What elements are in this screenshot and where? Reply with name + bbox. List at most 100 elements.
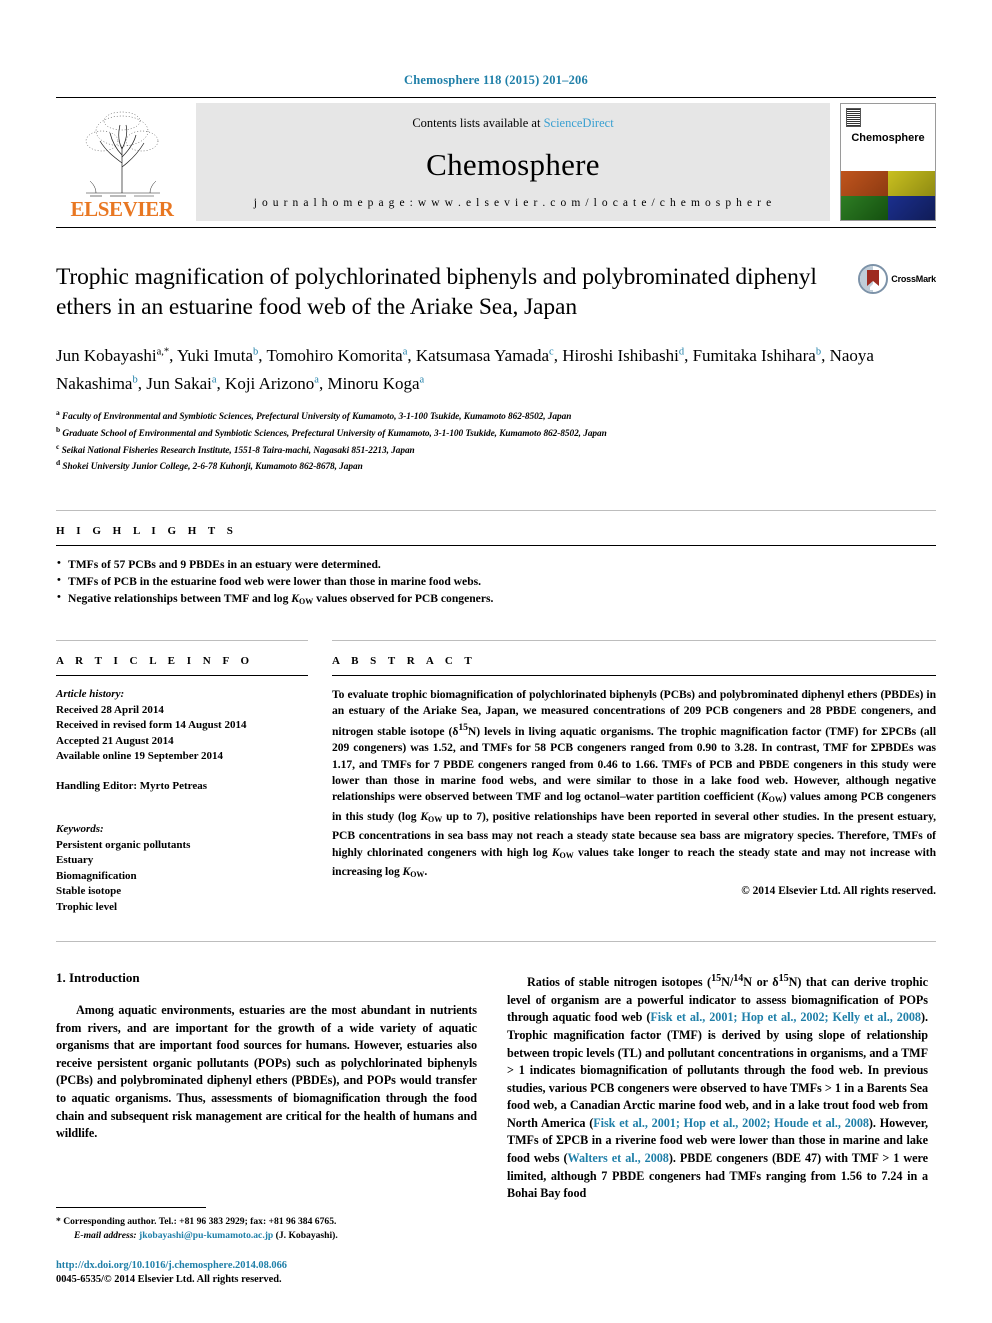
crossmark-badge[interactable]: CrossMark	[858, 264, 936, 294]
history-item: Received 28 April 2014	[56, 703, 164, 716]
highlights-list: TMFs of 57 PCBs and 9 PBDEs in an estuar…	[56, 555, 936, 610]
journal-homepage[interactable]: j o u r n a l h o m e p a g e : w w w . …	[254, 197, 773, 209]
abstract-mid-rule	[332, 675, 936, 677]
author-item: Yuki Imutab,	[177, 345, 263, 365]
kow-subscript: OW	[559, 850, 574, 860]
introduction-heading: 1. Introduction	[56, 970, 140, 986]
corresponding-text: Corresponding author. Tel.: +81 96 383 2…	[63, 1216, 337, 1228]
doi-link[interactable]: http://dx.doi.org/10.1016/j.chemosphere.…	[56, 1259, 477, 1273]
banner-top-rule	[56, 97, 936, 98]
banner-bottom-rule	[56, 227, 936, 228]
author-item: Minoru Kogaa	[327, 374, 425, 394]
history-item: Accepted 21 August 2014	[56, 734, 174, 747]
cover-photo-2	[888, 171, 935, 196]
author-item: Jun Kobayashia,*,	[56, 345, 174, 365]
kow-subscript: OW	[410, 869, 425, 879]
right-part-1: Ratios of stable nitrogen isotopes (	[527, 975, 712, 990]
affiliation-item: b Graduate School of Environmental and S…	[56, 425, 607, 440]
history-item: Available online 19 September 2014	[56, 750, 224, 763]
abstract-text: To evaluate trophic biomagnification of …	[332, 687, 936, 883]
info-mid-rule	[56, 675, 308, 677]
corresponding-marker: *	[56, 1216, 61, 1228]
article-title: Trophic magnification of polychlorinated…	[56, 264, 817, 320]
author-item: Koji Arizonoa,	[225, 374, 324, 394]
footnote-block: * Corresponding author. Tel.: +81 96 383…	[56, 1207, 477, 1287]
banner-center: Contents lists available at ScienceDirec…	[196, 103, 830, 221]
contents-prefix: Contents lists available at	[412, 116, 544, 130]
affiliation-list: a Faculty of Environmental and Symbiotic…	[56, 407, 936, 474]
abstract-copyright: © 2014 Elsevier Ltd. All rights reserved…	[741, 885, 936, 898]
cover-top: Chemosphere	[841, 104, 935, 172]
author-item: Fumitaka Ishiharab,	[692, 345, 826, 365]
keyword-item: Trophic level	[56, 900, 118, 913]
highlights-heading: H I G H L I G H T S	[56, 525, 238, 538]
info-abstract-row: A R T I C L E I N F O Article history: R…	[56, 640, 936, 915]
highlight-item: TMFs of 57 PCBs and 9 PBDEs in an estuar…	[56, 555, 936, 573]
citation-link[interactable]: Fisk et al., 2001; Hop et al., 2002; Kel…	[650, 1010, 921, 1024]
affiliation-text: Graduate School of Environmental and Sym…	[62, 429, 607, 440]
kow-symbol: K	[420, 809, 429, 823]
title-area: Trophic magnification of polychlorinated…	[56, 262, 936, 474]
email-label: E-mail address:	[74, 1229, 137, 1241]
left-column: 1. Introduction Among aquatic environmen…	[56, 970, 477, 1203]
elsevier-logo: ELSEVIER	[56, 103, 188, 221]
article-info-column: A R T I C L E I N F O Article history: R…	[56, 640, 308, 915]
issn-copyright: 0045-6535/© 2014 Elsevier Ltd. All right…	[56, 1274, 282, 1285]
journal-cover-thumbnail: Chemosphere	[840, 103, 936, 221]
cover-photo-1	[841, 171, 888, 196]
paper-page: Chemosphere 118 (2015) 201–206 ELSEVIER …	[0, 0, 992, 1323]
sciencedirect-link[interactable]: ScienceDirect	[544, 116, 614, 130]
keyword-item: Persistent organic pollutants	[56, 838, 191, 851]
affiliation-text: Seikai National Fisheries Research Insti…	[61, 445, 415, 456]
abstract-column: A B S T R A C T To evaluate trophic biom…	[332, 640, 936, 915]
info-top-rule	[56, 640, 308, 642]
right-part-3: N or δ	[743, 975, 779, 990]
body-columns: 1. Introduction Among aquatic environmen…	[56, 970, 936, 1203]
highlights-top-rule	[56, 510, 936, 512]
elsevier-wordmark: ELSEVIER	[70, 197, 174, 221]
n14-superscript: 14	[733, 973, 744, 985]
highlights-section: H I G H L I G H T S TMFs of 57 PCBs and …	[56, 510, 936, 610]
handling-editor: Handling Editor: Myrto Petreas	[56, 779, 208, 792]
abstract-part-6: .	[424, 864, 428, 878]
cover-photo-3	[841, 195, 888, 220]
elsevier-tree-icon	[85, 111, 160, 197]
email-suffix: (J. Kobayashi).	[275, 1229, 338, 1241]
highlight-item: Negative relationships between TMF and l…	[56, 589, 936, 610]
doi-block: http://dx.doi.org/10.1016/j.chemosphere.…	[56, 1259, 477, 1287]
author-list: Jun Kobayashia,*, Yuki Imutab, Tomohiro …	[56, 339, 886, 396]
citation-link[interactable]: Fisk et al., 2001; Hop et al., 2002; Hou…	[593, 1116, 869, 1130]
right-part-2: N/	[721, 975, 734, 990]
keyword-item: Estuary	[56, 854, 94, 867]
affiliation-text: Shokei University Junior College, 2-6-78…	[62, 462, 363, 473]
kow-subscript: OW	[428, 814, 443, 824]
keyword-item: Stable isotope	[56, 885, 122, 898]
affiliation-text: Faculty of Environmental and Symbiotic S…	[61, 412, 572, 423]
running-head: Chemosphere 118 (2015) 201–206	[404, 73, 588, 87]
kow-symbol: K	[760, 790, 769, 804]
article-history-block: Article history: Received 28 April 2014 …	[56, 687, 308, 915]
email-link[interactable]: jkobayashi@pu-kumamoto.ac.jp	[139, 1230, 273, 1241]
cover-journal-title: Chemosphere	[851, 132, 925, 144]
right-column: Ratios of stable nitrogen isotopes (15N/…	[507, 970, 928, 1203]
affiliation-item: a Faculty of Environmental and Symbiotic…	[56, 408, 572, 423]
kow-subscript: OW	[768, 795, 783, 805]
intro-paragraph-right: Ratios of stable nitrogen isotopes (15N/…	[507, 970, 928, 1203]
isotope-superscript: 15	[458, 721, 468, 733]
history-label: Article history:	[56, 688, 125, 701]
journal-title: Chemosphere	[426, 146, 600, 182]
intro-paragraph-left: Among aquatic environments, estuaries ar…	[56, 1003, 477, 1141]
right-part-5: ). Trophic magnification factor (TMF) is…	[507, 1010, 928, 1130]
abstract-heading: A B S T R A C T	[332, 655, 477, 668]
keywords-label: Keywords:	[56, 823, 104, 836]
body-separator-rule	[56, 941, 936, 943]
cover-elsevier-mark-icon	[846, 108, 861, 127]
article-info-heading: A R T I C L E I N F O	[56, 655, 254, 668]
crossmark-icon	[858, 264, 889, 294]
author-item: Jun Sakaia,	[146, 374, 221, 394]
abstract-top-rule	[332, 640, 936, 642]
highlight-item: TMFs of PCB in the estuarine food web we…	[56, 572, 936, 590]
author-item: Katsumasa Yamadac,	[415, 345, 558, 365]
citation-link[interactable]: Walters et al., 2008	[567, 1151, 668, 1165]
